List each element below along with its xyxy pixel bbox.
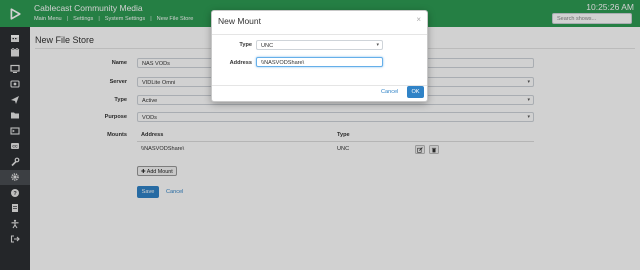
mount-address-label: Address bbox=[229, 60, 252, 66]
new-mount-dialog: New Mount × Type UNC ▾ Address \\NASVODSh… bbox=[211, 10, 428, 102]
close-icon[interactable]: × bbox=[416, 15, 421, 24]
dialog-ok-button[interactable]: OK bbox=[407, 86, 424, 98]
dialog-footer-divider bbox=[212, 85, 427, 86]
mount-type-select[interactable]: UNC ▾ bbox=[256, 40, 383, 50]
chevron-down-icon: ▾ bbox=[376, 42, 379, 48]
mount-type-label: Type bbox=[239, 42, 252, 48]
mount-type-value: UNC bbox=[261, 42, 274, 49]
mount-address-input[interactable]: \\NASVODShare\ bbox=[256, 57, 383, 67]
dialog-cancel-link[interactable]: Cancel bbox=[381, 89, 398, 95]
dialog-title: New Mount bbox=[218, 16, 261, 26]
dialog-divider bbox=[212, 34, 427, 35]
